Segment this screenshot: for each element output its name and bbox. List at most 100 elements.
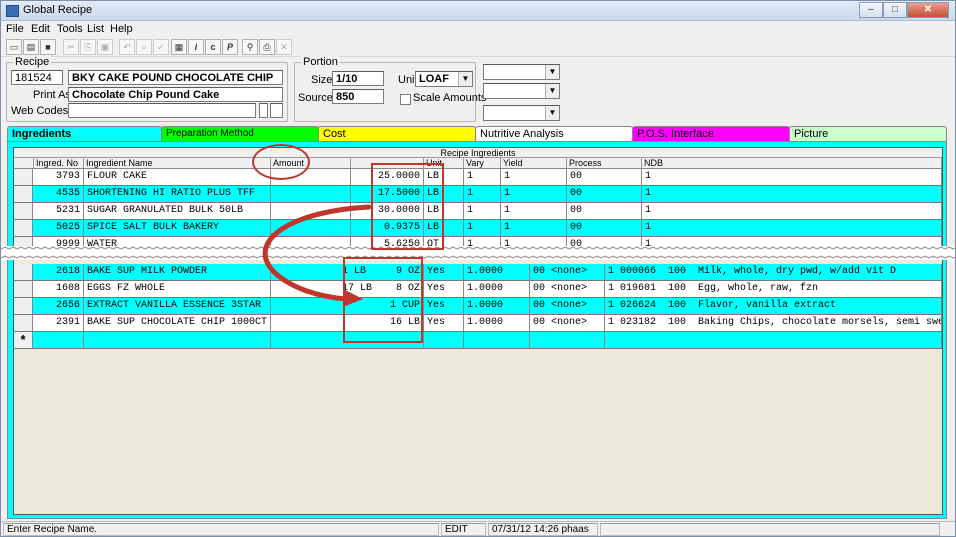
table-row[interactable]: 2618 BAKE SUP MILK POWDER 1 LB 9 OZ Yes … xyxy=(14,264,942,281)
col-ndb[interactable]: NDB xyxy=(642,158,942,169)
app-icon xyxy=(6,5,19,17)
open-icon[interactable]: ▤ xyxy=(23,39,39,55)
copy-icon[interactable]: ⎘ xyxy=(80,39,96,55)
vary-cell: 1 xyxy=(464,186,501,202)
maximize-button[interactable]: □ xyxy=(883,2,907,18)
recipe-name-field[interactable]: BKY CAKE POUND CHOCOLATE CHIP xyxy=(68,70,283,85)
vary-cell: Yes xyxy=(424,264,464,280)
size-field[interactable]: 1/10 xyxy=(332,71,384,86)
vary-cell: 1 xyxy=(464,169,501,185)
process-cell: 00 <none> xyxy=(530,264,605,280)
table-row[interactable]: 2391 BAKE SUP CHOCOLATE CHIP 1000CT 16 L… xyxy=(14,315,942,332)
undo-icon[interactable]: ↶ xyxy=(119,39,135,55)
recipe-number-field[interactable]: 181524 xyxy=(11,70,63,85)
new-icon[interactable]: ▭ xyxy=(6,39,22,55)
menu-file[interactable]: File xyxy=(6,23,24,35)
vary-cell: Yes xyxy=(424,315,464,331)
row-selector[interactable] xyxy=(14,203,33,219)
save-icon[interactable]: ■ xyxy=(40,39,56,55)
process-cell: 00 xyxy=(567,220,642,236)
annotation-quantity-box xyxy=(371,163,444,250)
ingredient-name-cell: FLOUR CAKE xyxy=(84,169,271,185)
table-row[interactable]: 3793 FLOUR CAKE 25.0000 LB 1 1 00 1 xyxy=(14,169,942,186)
tab-nutritive-analysis[interactable]: Nutritive Analysis xyxy=(475,126,633,141)
table-row[interactable]: 2656 EXTRACT VANILLA ESSENCE 3STAR 1 CUP… xyxy=(14,298,942,315)
close-button[interactable]: ✕ xyxy=(907,2,949,18)
status-bar: Enter Recipe Name. EDIT 07/31/12 14:26 p… xyxy=(1,521,955,536)
ingredient-name-cell: SPICE SALT BULK BAKERY xyxy=(84,220,271,236)
web-codes-extra-1[interactable] xyxy=(259,103,268,118)
unit-select[interactable]: LOAF ▼ xyxy=(415,71,473,87)
tab-preparation-method[interactable]: Preparation Method xyxy=(161,126,319,141)
row-selector[interactable] xyxy=(14,281,33,297)
scale-amounts-checkbox[interactable] xyxy=(400,94,411,105)
ingredient-name-cell[interactable] xyxy=(84,332,271,348)
info-icon[interactable]: i xyxy=(188,39,204,55)
chevron-down-icon: ▼ xyxy=(545,65,559,79)
menu-edit[interactable]: Edit xyxy=(31,23,50,35)
menu-help[interactable]: Help xyxy=(110,23,133,35)
tab-ingredients[interactable]: Ingredients xyxy=(7,126,162,141)
cut-icon[interactable]: ✂ xyxy=(63,39,79,55)
col-yield[interactable]: Yield xyxy=(501,158,567,169)
extra-select-3[interactable]: ▼ xyxy=(483,105,560,121)
source-field[interactable]: 850 xyxy=(332,89,384,104)
yield-cell: 1.0000 xyxy=(464,281,530,297)
col-process[interactable]: Process xyxy=(567,158,642,169)
find-icon[interactable]: ⌕ xyxy=(136,39,152,55)
close-icon[interactable]: ✕ xyxy=(276,39,292,55)
process-cell: 00 <none> xyxy=(530,298,605,314)
table-row[interactable]: 5231 SUGAR GRANULATED BULK 50LB 30.0000 … xyxy=(14,203,942,220)
portion-group-label: Portion xyxy=(301,56,340,68)
vary-cell: Yes xyxy=(424,298,464,314)
row-selector[interactable] xyxy=(14,169,33,185)
chart-icon[interactable]: ▦ xyxy=(171,39,187,55)
web-codes-field[interactable] xyxy=(68,103,256,118)
ndb-cell[interactable] xyxy=(605,332,942,348)
ingredient-name-cell: EXTRACT VANILLA ESSENCE 3STAR xyxy=(84,298,271,314)
row-selector[interactable] xyxy=(14,264,33,280)
row-selector[interactable] xyxy=(14,298,33,314)
ndb-cell: 1 xyxy=(642,186,942,202)
table-row[interactable]: 4535 SHORTENING HI RATIO PLUS TFF 17.500… xyxy=(14,186,942,203)
tab-cost[interactable]: Cost xyxy=(318,126,476,141)
extra-select-1[interactable]: ▼ xyxy=(483,64,560,80)
vary-cell[interactable] xyxy=(424,332,464,348)
ingred-no-cell[interactable] xyxy=(34,332,84,348)
p-icon[interactable]: P xyxy=(222,39,238,55)
row-selector[interactable] xyxy=(14,186,33,202)
yield-cell[interactable] xyxy=(464,332,530,348)
size-label: Size xyxy=(311,74,333,86)
tab-pos-interface[interactable]: P.O.S. Interface xyxy=(632,126,790,141)
col-ingred-no[interactable]: Ingred. No xyxy=(34,158,84,169)
menu-list[interactable]: List xyxy=(87,23,104,35)
col-vary[interactable]: Vary xyxy=(464,158,501,169)
grid-caption: Recipe Ingredients xyxy=(14,148,942,158)
extra-select-2[interactable]: ▼ xyxy=(483,83,560,99)
print-as-field[interactable]: Chocolate Chip Pound Cake xyxy=(68,87,283,102)
scale-amounts-label: Scale Amounts xyxy=(413,92,487,104)
row-selector[interactable] xyxy=(14,220,33,236)
process-cell[interactable] xyxy=(530,332,605,348)
ingred-no-cell: 5025 xyxy=(34,220,84,236)
web-codes-label: Web Codes xyxy=(11,105,69,117)
col-ingredient-name[interactable]: Ingredient Name xyxy=(84,158,271,169)
table-row[interactable]: 5025 SPICE SALT BULK BAKERY 0.9375 LB 1 … xyxy=(14,220,942,237)
ingredient-name-cell: SUGAR GRANULATED BULK 50LB xyxy=(84,203,271,219)
menu-tools[interactable]: Tools xyxy=(57,23,83,35)
minimize-button[interactable]: – xyxy=(859,2,883,18)
ingredient-name-cell: SHORTENING HI RATIO PLUS TFF xyxy=(84,186,271,202)
table-row[interactable]: 1608 EGGS FZ WHOLE 17 LB 8 OZ Yes 1.0000… xyxy=(14,281,942,298)
print-icon[interactable]: ⎙ xyxy=(259,39,275,55)
tab-picture[interactable]: Picture xyxy=(789,126,947,141)
spell-icon[interactable]: ✓ xyxy=(153,39,169,55)
yield-cell: 1 xyxy=(501,203,567,219)
title-bar: Global Recipe – □ ✕ xyxy=(1,1,955,21)
c-icon[interactable]: c xyxy=(205,39,221,55)
web-codes-extra-2[interactable] xyxy=(270,103,283,118)
paste-icon[interactable]: ▣ xyxy=(97,39,113,55)
new-row[interactable]: * xyxy=(14,332,942,349)
binoculars-icon[interactable]: ⚲ xyxy=(242,39,258,55)
ndb-cell: 1 xyxy=(642,220,942,236)
row-selector[interactable] xyxy=(14,315,33,331)
